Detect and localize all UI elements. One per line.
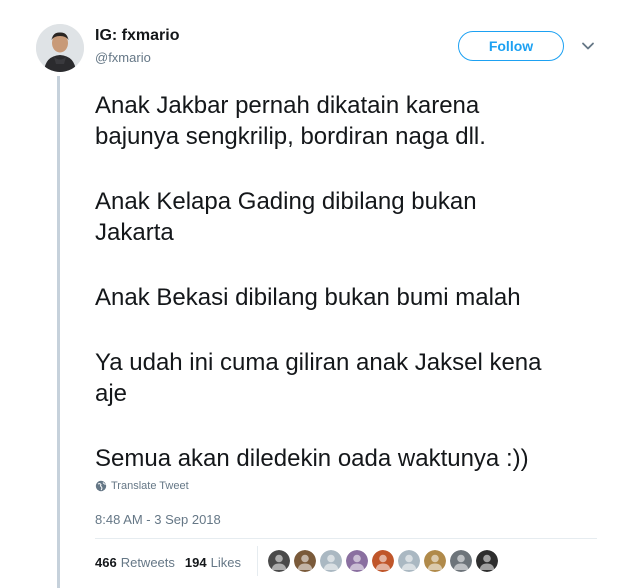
tweet-line: Anak Jakbar pernah dikatain karena xyxy=(95,92,480,119)
tweet-line: Jakarta xyxy=(95,219,174,246)
globe-icon xyxy=(95,480,107,492)
tweet-paragraph: Anak Jakbar pernah dikatain karena bajun… xyxy=(95,90,615,152)
liker-avatar[interactable] xyxy=(476,550,498,572)
tweet-line: Anak Kelapa Gading dibilang bukan xyxy=(95,188,477,215)
avatar-default-icon xyxy=(320,550,342,572)
avatar-gray-icon xyxy=(450,550,472,572)
profile-photo-icon xyxy=(36,24,84,72)
avatar-colorful-icon xyxy=(346,550,368,572)
likes-label: Likes xyxy=(210,555,241,570)
liker-avatar[interactable] xyxy=(320,550,342,572)
tweet-timestamp[interactable]: 8:48 AM - 3 Sep 2018 xyxy=(95,512,221,527)
translate-tweet-link[interactable]: Translate Tweet xyxy=(95,480,189,492)
follow-button[interactable]: Follow xyxy=(458,31,564,61)
liker-avatar[interactable] xyxy=(294,550,316,572)
divider xyxy=(95,538,597,539)
liker-avatars xyxy=(268,550,502,572)
tweet-paragraph: Anak Bekasi dibilang bukan bumi malah xyxy=(95,282,615,313)
liker-avatar[interactable] xyxy=(346,550,368,572)
tweet-paragraph: Semua akan diledekin oada waktunya :)) xyxy=(95,443,615,474)
chevron-down-icon[interactable] xyxy=(580,38,596,54)
retweets-stat[interactable]: 466 Retweets xyxy=(95,555,175,570)
avatar-warm-icon xyxy=(372,550,394,572)
tweet-line: aje xyxy=(95,380,128,407)
liker-avatar[interactable] xyxy=(372,550,394,572)
retweets-label: Retweets xyxy=(120,555,175,570)
avatar-black-icon xyxy=(476,550,498,572)
tweet-stats: 466 Retweets 194 Likes xyxy=(95,555,251,570)
liker-avatar[interactable] xyxy=(450,550,472,572)
tweet-text: Anak Jakbar pernah dikatain karena bajun… xyxy=(95,90,615,508)
user-handle[interactable]: @fxmario xyxy=(95,50,151,65)
tweet-paragraph: Ya udah ini cuma giliran anak Jaksel ken… xyxy=(95,347,615,409)
avatar-default-icon xyxy=(398,550,420,572)
tweet-paragraph: Anak Kelapa Gading dibilang bukan Jakart… xyxy=(95,186,615,248)
stats-divider xyxy=(257,546,258,576)
tweet-line: bajunya sengkrilip, bordiran naga dll. xyxy=(95,123,486,150)
liker-avatar[interactable] xyxy=(398,550,420,572)
avatar-dark-icon xyxy=(268,550,290,572)
tweet-line: Semua akan diledekin oada waktunya :)) xyxy=(95,445,529,472)
likes-stat[interactable]: 194 Likes xyxy=(185,555,241,570)
thread-line xyxy=(57,76,60,588)
avatar[interactable] xyxy=(36,24,84,72)
display-name[interactable]: IG: fxmario xyxy=(95,27,179,45)
avatar-illustration-icon xyxy=(424,550,446,572)
liker-avatar[interactable] xyxy=(424,550,446,572)
avatar-face-icon xyxy=(294,550,316,572)
translate-tweet-label: Translate Tweet xyxy=(111,480,189,492)
tweet-line: Ya udah ini cuma giliran anak Jaksel ken… xyxy=(95,349,542,376)
likes-count: 194 xyxy=(184,555,207,570)
tweet-line: Anak Bekasi dibilang bukan bumi malah xyxy=(95,284,521,311)
retweets-count: 466 xyxy=(95,555,117,570)
liker-avatar[interactable] xyxy=(268,550,290,572)
